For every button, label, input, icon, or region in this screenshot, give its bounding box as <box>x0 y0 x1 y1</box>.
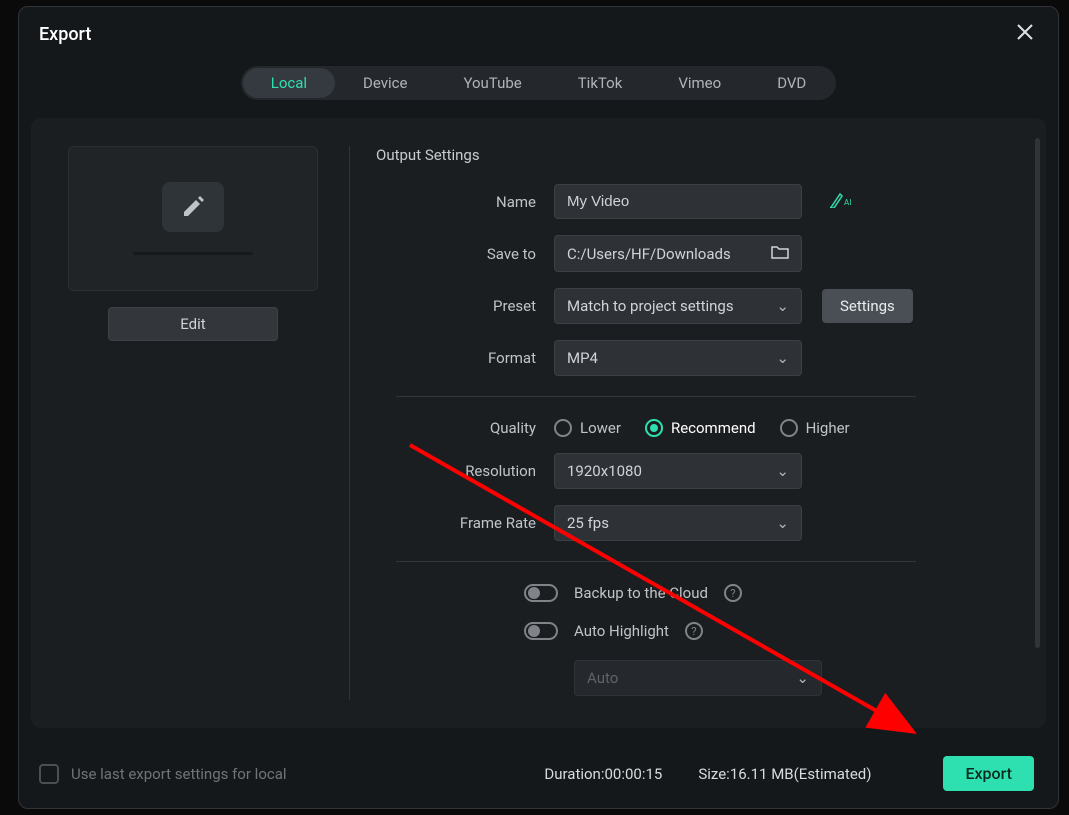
resolution-select[interactable]: 1920x1080 ⌄ <box>554 453 802 489</box>
content-panel: Edit Output Settings Name AI Save to C:/… <box>31 118 1046 728</box>
chevron-down-icon: ⌄ <box>776 514 789 532</box>
row-name: Name AI <box>376 184 1028 219</box>
resolution-value: 1920x1080 <box>567 462 642 480</box>
use-last-settings-checkbox[interactable] <box>39 764 59 784</box>
tab-local[interactable]: Local <box>243 68 335 98</box>
chevron-down-icon: ⌄ <box>776 297 789 315</box>
row-preset: Preset Match to project settings ⌄ Setti… <box>376 288 1028 324</box>
autohighlight-toggle[interactable] <box>524 622 558 640</box>
preset-settings-button[interactable]: Settings <box>822 289 913 323</box>
export-tabs: Local Device YouTube TikTok Vimeo DVD <box>19 66 1058 100</box>
row-save-to: Save to C:/Users/HF/Downloads <box>376 235 1028 272</box>
help-icon[interactable]: ? <box>724 584 742 602</box>
shadow-decoration <box>133 252 253 255</box>
close-icon[interactable] <box>1016 23 1034 46</box>
tab-vimeo[interactable]: Vimeo <box>650 68 749 98</box>
tab-tiktok[interactable]: TikTok <box>550 68 651 98</box>
divider <box>396 396 916 397</box>
section-title: Output Settings <box>376 146 1028 164</box>
autohighlight-value: Auto <box>587 669 618 687</box>
radio-label-lower: Lower <box>580 419 621 437</box>
radio-circle <box>554 419 572 437</box>
label-name: Name <box>376 193 554 211</box>
export-button[interactable]: Export <box>943 756 1034 791</box>
size-info: Size:16.11 MB(Estimated) <box>698 765 871 783</box>
footer-info: Duration:00:00:15 Size:16.11 MB(Estimate… <box>544 756 1034 791</box>
divider <box>396 561 916 562</box>
label-resolution: Resolution <box>376 462 554 480</box>
preview-column: Edit <box>49 138 349 708</box>
edit-thumbnail-box <box>162 182 224 232</box>
radio-circle <box>780 419 798 437</box>
radio-circle <box>645 419 663 437</box>
name-input[interactable] <box>554 184 802 219</box>
label-format: Format <box>376 349 554 367</box>
format-select[interactable]: MP4 ⌄ <box>554 340 802 376</box>
pencil-icon <box>180 194 206 220</box>
label-quality: Quality <box>376 419 554 437</box>
chevron-down-icon: ⌄ <box>796 669 809 687</box>
dialog-header: Export <box>19 7 1058 56</box>
export-dialog: Export Local Device YouTube TikTok Vimeo… <box>18 6 1059 809</box>
format-value: MP4 <box>567 349 598 367</box>
dialog-title: Export <box>39 24 91 45</box>
chevron-down-icon: ⌄ <box>776 462 789 480</box>
label-save-to: Save to <box>376 245 554 263</box>
row-backup: Backup to the Cloud ? <box>376 584 1028 602</box>
scrollbar[interactable] <box>1035 138 1040 648</box>
row-quality: Quality Lower Recommend Higher <box>376 419 1028 437</box>
folder-icon[interactable] <box>771 244 789 263</box>
radio-label-recommend: Recommend <box>671 419 756 437</box>
label-framerate: Frame Rate <box>376 514 554 532</box>
autohighlight-select: Auto ⌄ <box>574 660 822 696</box>
save-to-field[interactable]: C:/Users/HF/Downloads <box>554 235 802 272</box>
use-last-settings-label: Use last export settings for local <box>71 765 287 783</box>
radio-higher[interactable]: Higher <box>780 419 850 437</box>
dialog-footer: Use last export settings for local Durat… <box>19 740 1058 809</box>
duration-info: Duration:00:00:15 <box>544 765 662 783</box>
row-autohighlight: Auto Highlight ? <box>376 622 1028 640</box>
chevron-down-icon: ⌄ <box>776 349 789 367</box>
backup-toggle[interactable] <box>524 584 558 602</box>
preset-select[interactable]: Match to project settings ⌄ <box>554 288 802 324</box>
row-format: Format MP4 ⌄ <box>376 340 1028 376</box>
row-resolution: Resolution 1920x1080 ⌄ <box>376 453 1028 489</box>
label-preset: Preset <box>376 297 554 315</box>
radio-recommend[interactable]: Recommend <box>645 419 756 437</box>
preview-thumbnail[interactable] <box>68 146 318 291</box>
preset-value: Match to project settings <box>567 297 734 315</box>
tabs-container: Local Device YouTube TikTok Vimeo DVD <box>241 66 837 100</box>
help-icon[interactable]: ? <box>685 622 703 640</box>
edit-button[interactable]: Edit <box>108 307 278 341</box>
tab-youtube[interactable]: YouTube <box>435 68 549 98</box>
quality-radio-group: Lower Recommend Higher <box>554 419 850 437</box>
settings-column: Output Settings Name AI Save to C:/Users… <box>350 138 1028 708</box>
tab-dvd[interactable]: DVD <box>749 68 834 98</box>
backup-label: Backup to the Cloud <box>574 584 708 602</box>
svg-text:AI: AI <box>844 198 851 207</box>
framerate-value: 25 fps <box>567 514 609 532</box>
framerate-select[interactable]: 25 fps ⌄ <box>554 505 802 541</box>
radio-label-higher: Higher <box>806 419 850 437</box>
ai-rename-icon[interactable]: AI <box>830 192 852 212</box>
save-to-value: C:/Users/HF/Downloads <box>567 245 731 263</box>
tab-device[interactable]: Device <box>335 68 435 98</box>
autohighlight-label: Auto Highlight <box>574 622 669 640</box>
row-framerate: Frame Rate 25 fps ⌄ <box>376 505 1028 541</box>
radio-lower[interactable]: Lower <box>554 419 621 437</box>
